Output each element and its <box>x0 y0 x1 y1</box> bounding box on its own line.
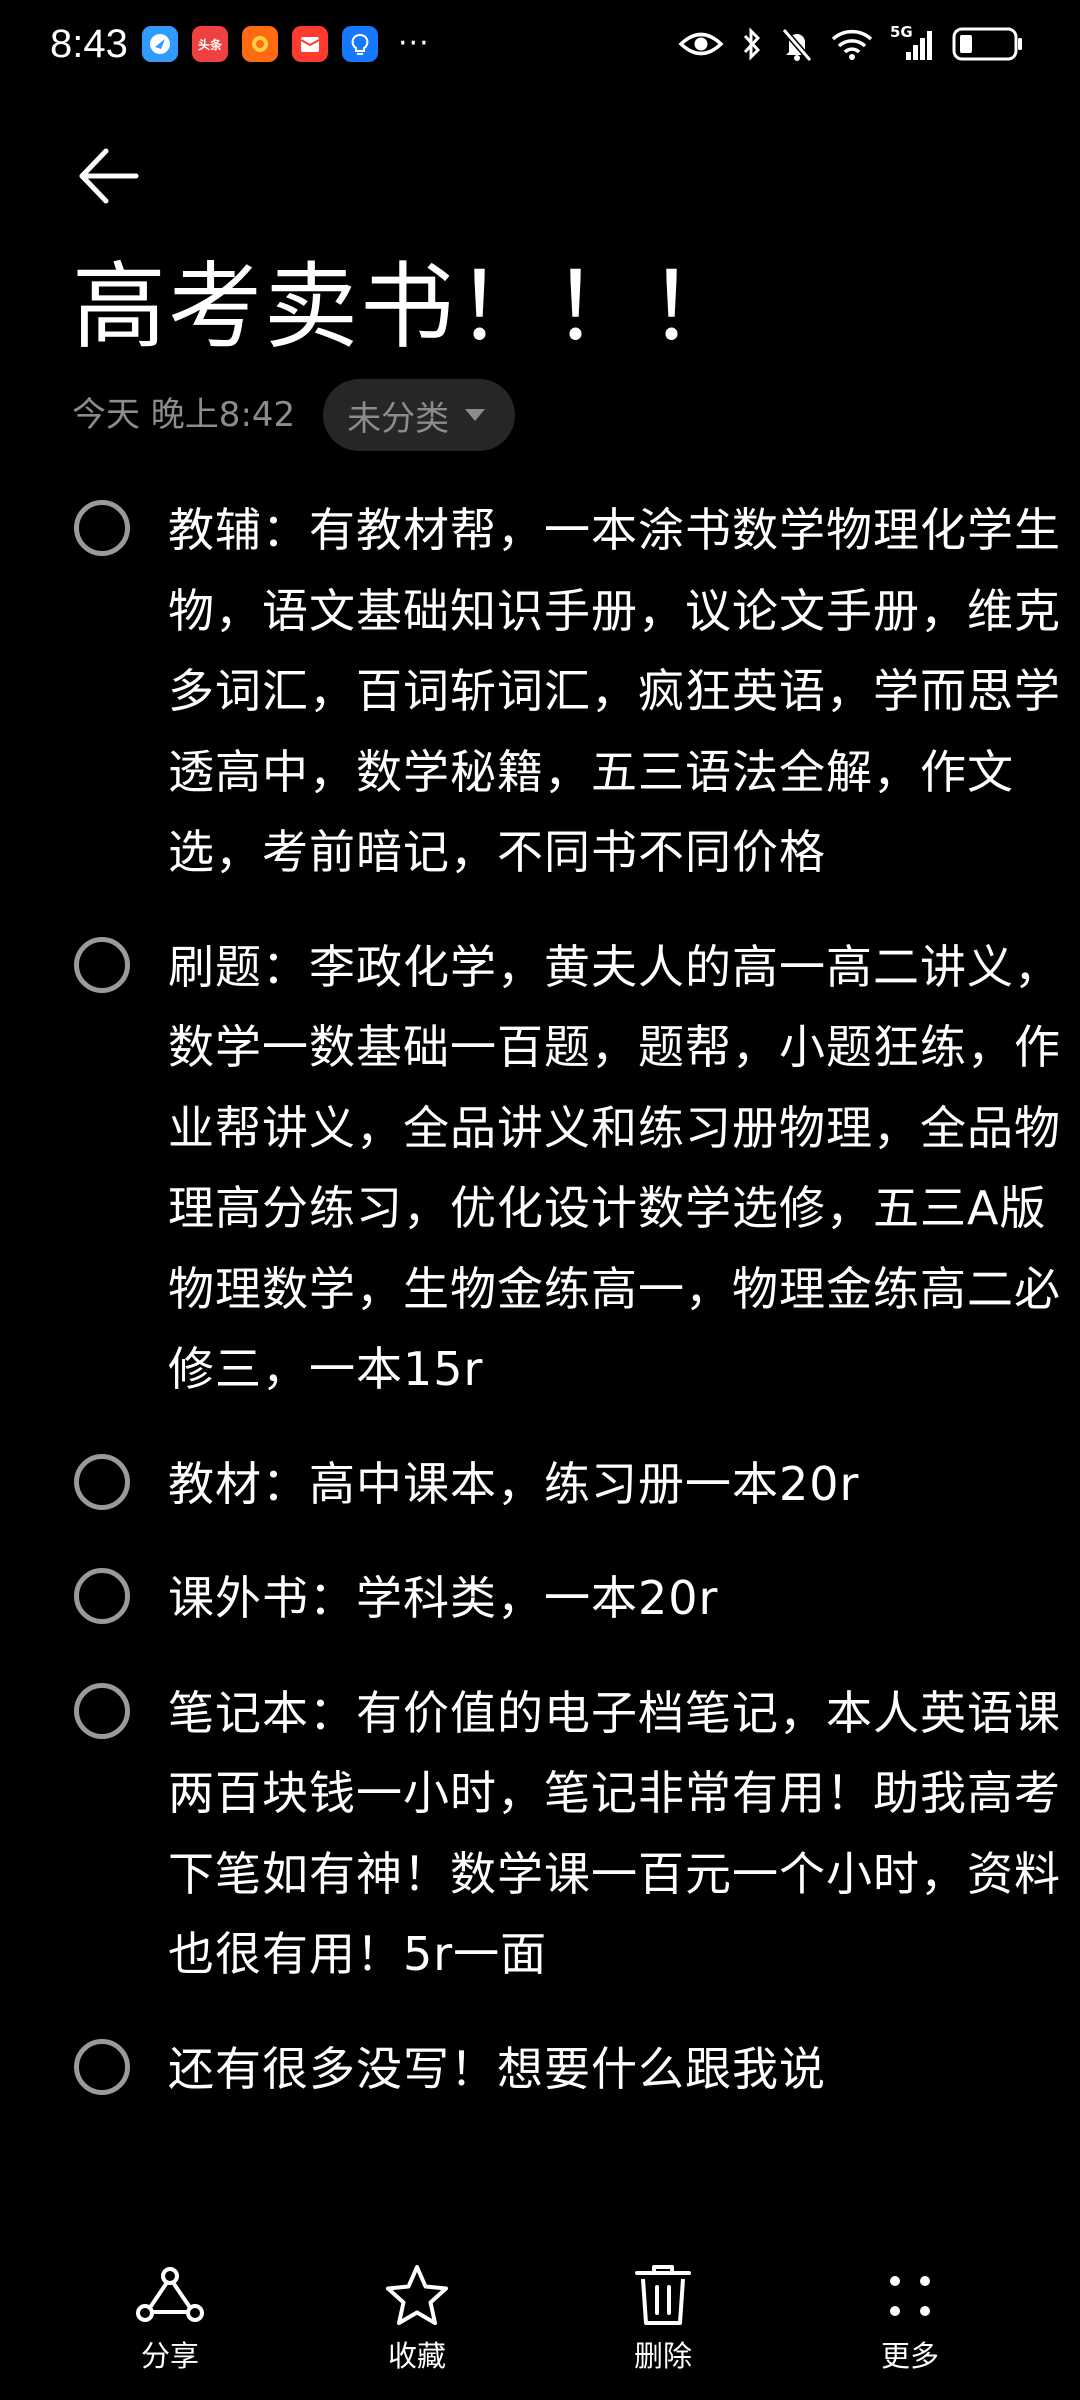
checklist-item-text[interactable]: 教辅：有教材帮，一本涂书数学物理化学生物，语文基础知识手册，议论文手册，维克多词… <box>168 490 1068 893</box>
category-label: 未分类 <box>347 398 450 439</box>
checklist-item: 还有很多没写！想要什么跟我说 <box>72 2029 1012 2110</box>
star-icon <box>381 2260 453 2332</box>
checkbox-circle-icon[interactable] <box>74 1568 130 1624</box>
cellular-signal: 5G <box>890 24 936 64</box>
toutiao-app-icon: 头条 <box>192 26 228 62</box>
checklist-item-text[interactable]: 教材：高中课本，练习册一本20r <box>168 1444 1068 1525</box>
checkbox-circle-icon[interactable] <box>74 1453 130 1510</box>
checklist-item-text[interactable]: 笔记本：有价值的电子档笔记，本人英语课两百块钱一小时，笔记非常有用！助我高考下笔… <box>168 1673 1068 1995</box>
share-label: 分享 <box>140 2339 199 2373</box>
checklist-item: 笔记本：有价值的电子档笔记，本人英语课两百块钱一小时，笔记非常有用！助我高考下笔… <box>72 1673 1060 1995</box>
status-time: 8:43 <box>50 22 128 66</box>
more-notifications-icon: ··· <box>398 26 430 61</box>
share-button[interactable]: 分享 <box>95 2260 245 2390</box>
browser-app-icon <box>142 26 178 62</box>
system-status-icons: 5G <box>678 20 1024 68</box>
bottom-toolbar: 分享 收藏 删除 更多 <box>0 2250 1080 2400</box>
checkbox-circle-icon[interactable] <box>74 936 130 993</box>
checkbox-circle-icon[interactable] <box>74 500 130 556</box>
checkbox-circle-icon[interactable] <box>74 2038 130 2095</box>
orange-app-icon <box>242 26 278 62</box>
checklist-item-text[interactable]: 课外书：学科类，一本20r <box>168 1558 1068 1639</box>
status-bar: 8:43 头条 ··· 5G <box>0 0 1080 90</box>
checklist-item-text[interactable]: 还有很多没写！想要什么跟我说 <box>168 2029 1068 2110</box>
share-icon <box>134 2260 206 2332</box>
checklist-item: 教辅：有教材帮，一本涂书数学物理化学生物，语文基础知识手册，议论文手册，维克多词… <box>72 490 1060 893</box>
back-arrow-icon <box>79 148 139 204</box>
checklist-item: 刷题：李政化学，黄夫人的高一高二讲义，数学一数基础一百题，题帮，小题狂练，作业帮… <box>72 927 1060 1410</box>
checklist-item: 教材：高中课本，练习册一本20r <box>72 1444 1012 1525</box>
trash-icon <box>627 2260 699 2332</box>
dropdown-triangle-icon <box>465 409 486 421</box>
bluetooth-icon <box>743 27 761 61</box>
notification-app-icons: 头条 ··· <box>142 26 430 62</box>
battery-icon <box>952 27 1022 61</box>
favorite-button[interactable]: 收藏 <box>342 2260 492 2390</box>
note-date: 今天 晚上8:42 <box>72 395 296 435</box>
toutiao-icon-text: 头条 <box>197 37 222 52</box>
note-title[interactable]: 高考卖书！！！ <box>72 248 744 368</box>
lightbulb-app-icon <box>342 26 378 62</box>
category-selector[interactable]: 未分类 <box>323 379 516 451</box>
checklist-item-text[interactable]: 刷题：李政化学，黄夫人的高一高二讲义，数学一数基础一百题，题帮，小题狂练，作业帮… <box>168 927 1068 1410</box>
delete-button[interactable]: 删除 <box>588 2260 738 2390</box>
red-envelope-app-icon <box>292 26 328 62</box>
eye-comfort-icon <box>678 32 724 56</box>
checkbox-circle-icon[interactable] <box>74 1682 130 1739</box>
wifi-icon <box>831 29 873 60</box>
mute-bell-icon <box>781 28 813 62</box>
more-button[interactable]: 更多 <box>835 2260 985 2390</box>
signal-bars-icon <box>906 31 932 60</box>
note-meta: 今天 晚上8:42 未分类 <box>72 379 516 451</box>
checklist-item: 课外书：学科类，一本20r <box>72 1558 1012 1639</box>
favorite-label: 收藏 <box>387 2339 446 2373</box>
back-button[interactable] <box>68 136 148 216</box>
checklist: 教辅：有教材帮，一本涂书数学物理化学生物，语文基础知识手册，议论文手册，维克多词… <box>72 490 1060 2143</box>
more-dots-icon <box>874 2260 946 2332</box>
more-label: 更多 <box>880 2339 939 2373</box>
delete-label: 删除 <box>633 2339 692 2373</box>
